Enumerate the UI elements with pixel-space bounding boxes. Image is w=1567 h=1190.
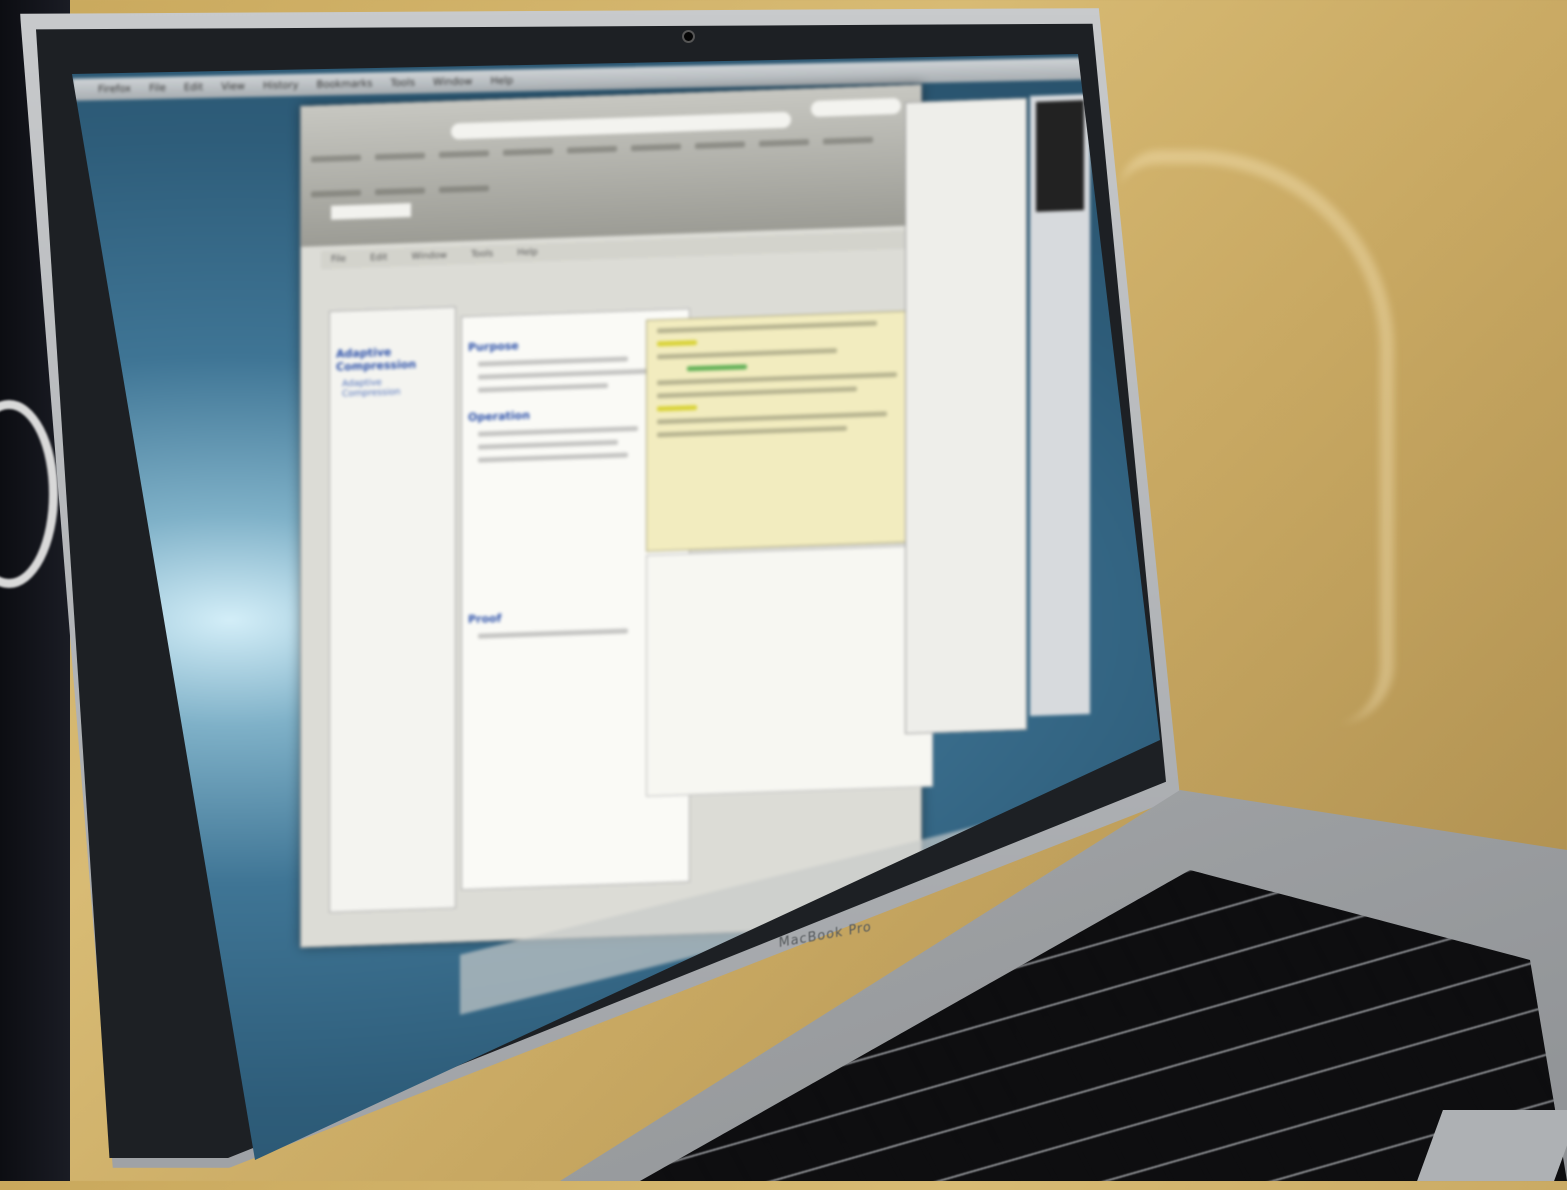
text-line [478,452,628,463]
bookmark-item[interactable] [439,150,489,159]
bookmark-item[interactable] [311,189,361,198]
browser-window: File Edit Window Tools Help Adaptive Com… [300,84,933,948]
bookmark-item[interactable] [695,141,745,150]
bookmark-item[interactable] [759,139,809,147]
search-input[interactable] [811,97,901,118]
bookmark-item[interactable] [375,152,425,161]
menubar-item[interactable]: Window [433,76,472,88]
menubar-item[interactable]: Help [490,75,513,86]
side-panel-window[interactable] [905,97,1027,735]
menubar-item[interactable]: History [263,80,299,92]
menubar-item[interactable]: Bookmarks [317,78,373,90]
menubar-item[interactable]: File [149,82,166,93]
code-line [657,372,897,386]
menubar-item[interactable]: Edit [184,81,203,92]
navigation-pane: Adaptive Compression Adaptive Compressio… [329,306,456,913]
code-highlight [657,404,697,412]
code-editor[interactable] [646,309,933,552]
text-line [478,356,628,367]
nav-title: Adaptive Compression [336,345,417,374]
browser-toolbar [301,85,921,247]
text-line [478,383,608,393]
code-line [657,411,887,425]
output-pane[interactable] [646,544,933,797]
bookmark-item[interactable] [631,143,681,152]
menubar-item[interactable]: Tools [390,77,415,89]
app-menu-item[interactable]: File [331,254,346,265]
code-line [657,386,857,399]
code-highlight [687,364,747,372]
browser-tab[interactable] [331,202,411,220]
bookmark-item[interactable] [567,145,617,154]
text-line [478,439,618,450]
url-input[interactable] [451,111,791,140]
code-line [657,348,837,360]
bookmark-item[interactable] [311,154,361,163]
menubar-item[interactable]: Firefox [98,83,131,95]
text-line [478,426,638,437]
app-menu-item[interactable]: Edit [370,253,387,264]
app-menu-item[interactable]: Help [517,248,538,259]
menubar-item[interactable]: View [221,81,245,92]
sidebar-window[interactable] [1030,93,1090,717]
code-line [657,425,847,438]
bookmark-item[interactable] [823,136,873,145]
trackpad [1417,1110,1567,1181]
bookmark-item[interactable] [439,185,489,194]
nav-item[interactable]: Adaptive Compression [342,376,443,399]
thumbnail [1036,100,1084,212]
app-menu-item[interactable]: Window [412,251,448,262]
text-line [478,628,628,639]
code-highlight [657,339,697,347]
code-line [657,320,877,334]
camera-icon [682,30,695,43]
bookmark-item[interactable] [375,187,425,196]
bookmark-item[interactable] [503,148,553,156]
text-line [478,368,648,380]
app-menu-item[interactable]: Tools [471,249,493,260]
